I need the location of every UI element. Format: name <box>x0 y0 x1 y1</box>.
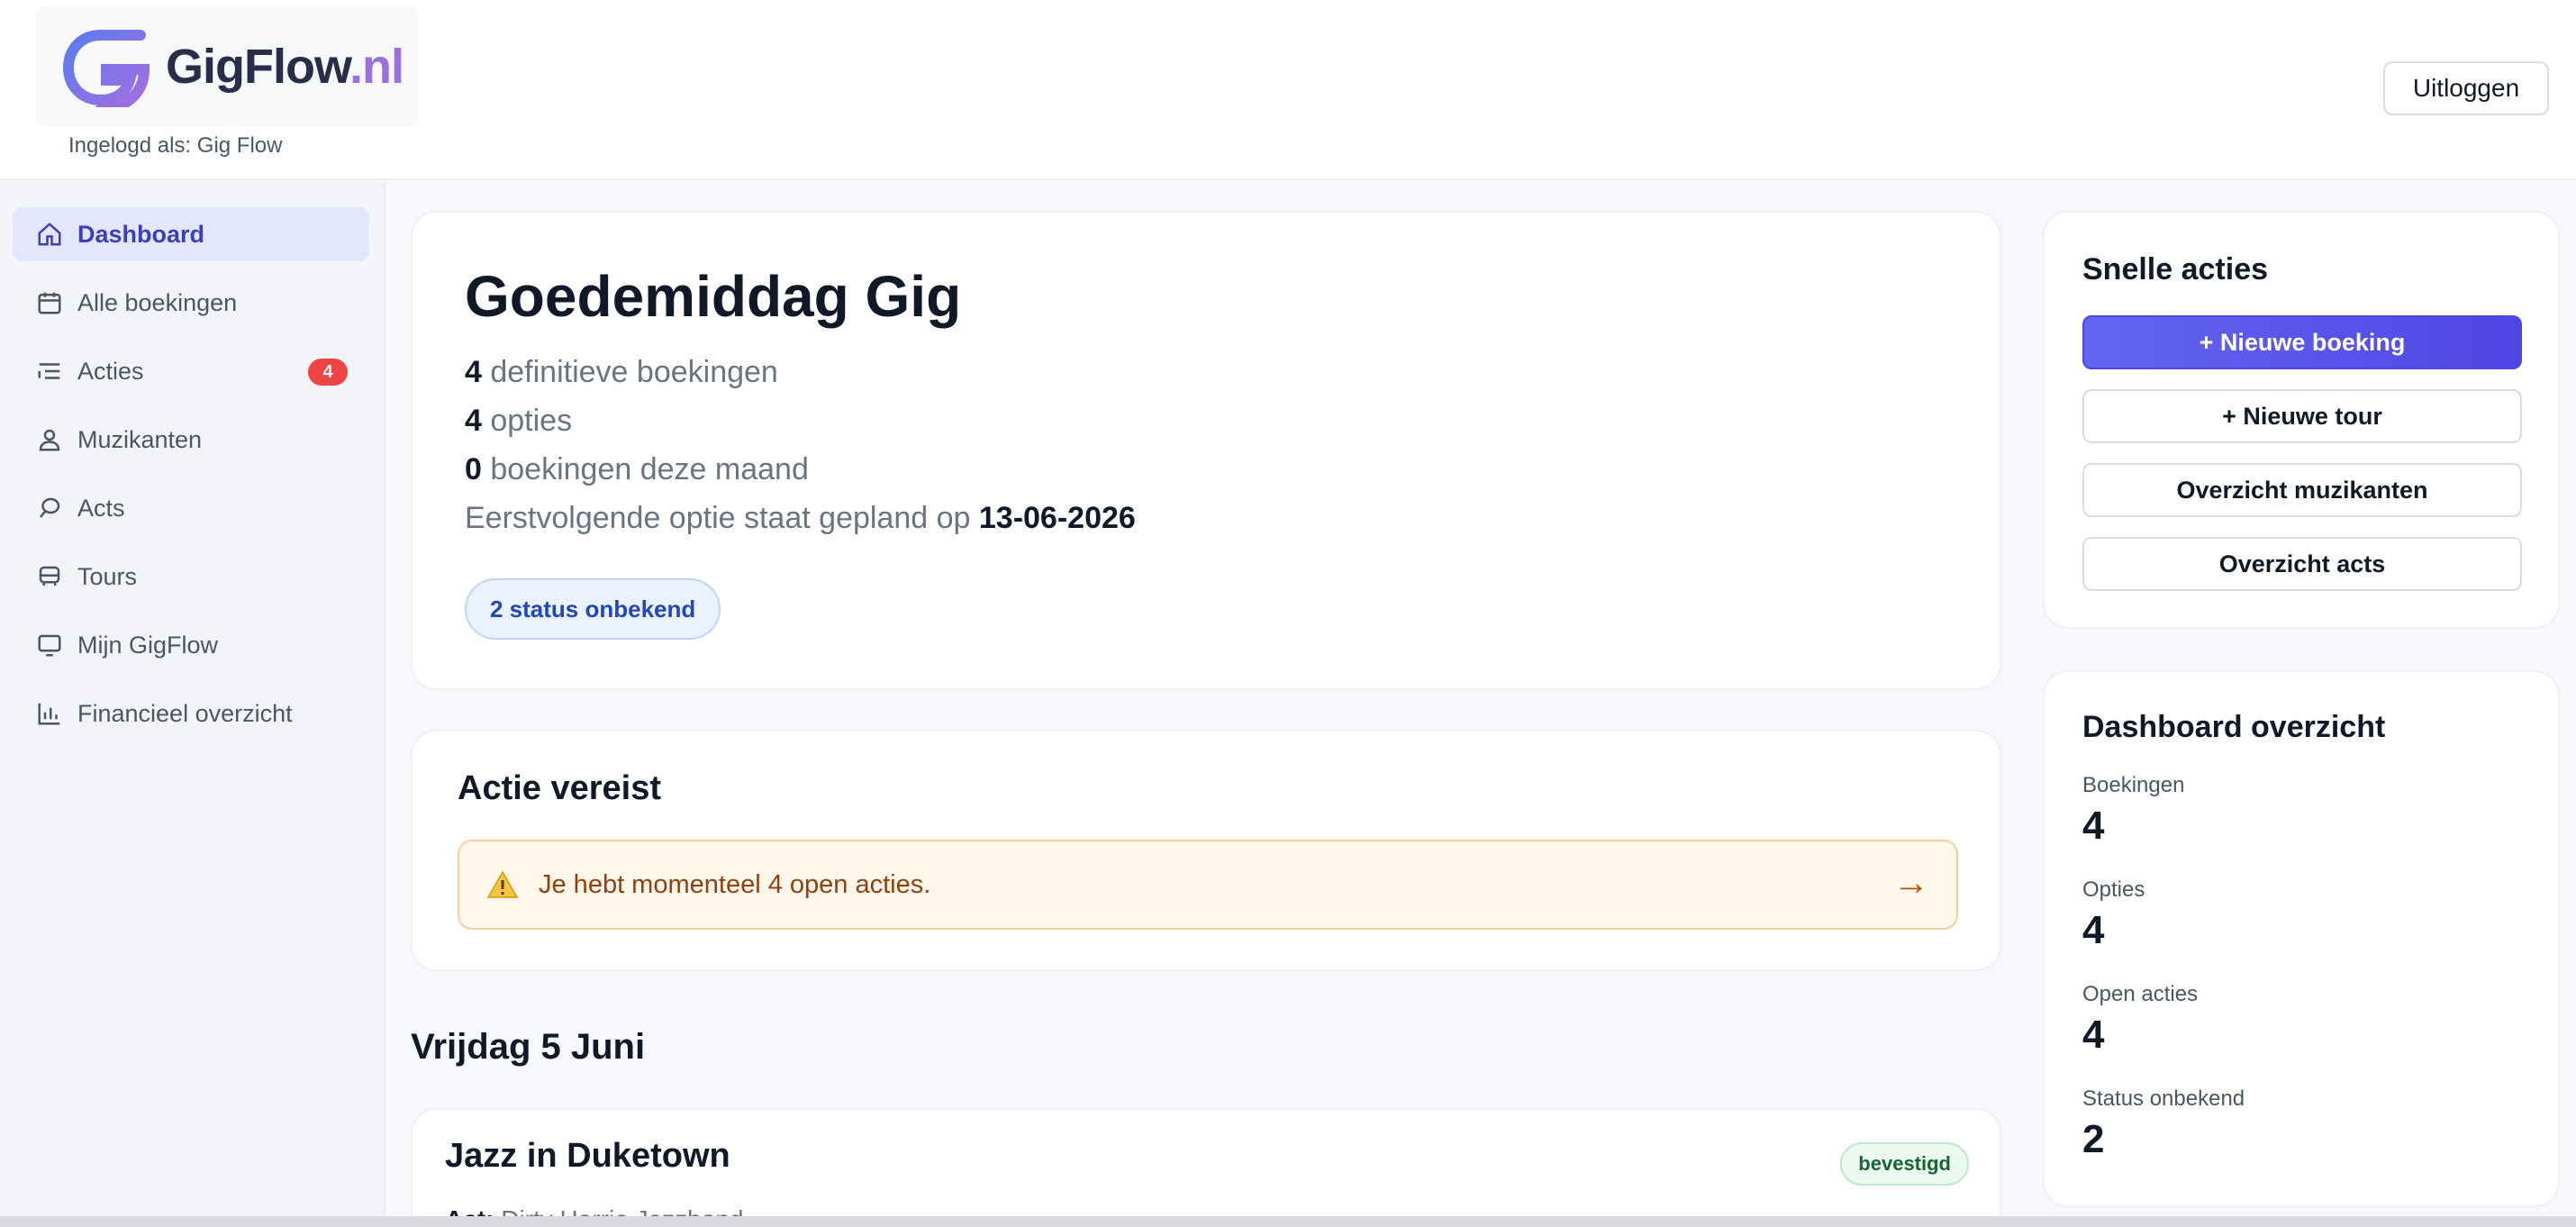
logo[interactable]: GigFlow.nl <box>36 7 418 126</box>
event-title: Jazz in Duketown <box>445 1137 730 1175</box>
acties-count-badge: 4 <box>308 359 348 386</box>
event-card[interactable]: Jazz in Duketown bevestigd Act: Dirty Ha… <box>411 1108 2001 1227</box>
sidebar-item-muzikanten[interactable]: Muzikanten <box>13 413 369 467</box>
overview-value-open-actions: 4 <box>2082 1013 2105 1057</box>
arrow-right-icon[interactable]: → <box>1893 863 1929 904</box>
overview-label-bookings: Boekingen <box>2082 773 2185 797</box>
open-actions-alert[interactable]: Je hebt momenteel 4 open acties. → <box>458 840 1958 930</box>
calendar-icon <box>38 292 61 314</box>
app-root: GigFlow.nl Ingelogd als: Gig Flow Uitlog… <box>0 0 2576 1227</box>
sidebar-item-label: Acties <box>77 357 144 385</box>
top-header: GigFlow.nl Ingelogd als: Gig Flow Uitlog… <box>0 0 2576 180</box>
sidebar: Dashboard Alle boekingen Acties 4 Muzika… <box>0 182 385 1227</box>
options-stat: 4 opties <box>465 404 573 438</box>
logged-in-label: Ingelogd als: Gig Flow <box>68 133 283 158</box>
bus-icon <box>39 566 60 586</box>
event-status-badge: bevestigd <box>1840 1142 1969 1186</box>
overview-value-status-unknown: 2 <box>2082 1117 2105 1161</box>
next-option-stat: Eerstvolgende optie staat gepland op 13-… <box>465 501 1136 535</box>
overview-title: Dashboard overzicht <box>2082 710 2386 744</box>
sidebar-item-label: Muzikanten <box>77 425 203 453</box>
greeting-title: Goedemiddag Gig <box>465 264 962 329</box>
logo-text: GigFlow.nl <box>166 40 404 94</box>
definitive-bookings-stat: 4 definitieve boekingen <box>465 355 778 389</box>
sidebar-item-label: Acts <box>77 494 125 522</box>
alert-text: Je hebt momenteel 4 open acties. <box>539 869 931 899</box>
user-icon <box>39 429 60 451</box>
home-icon <box>38 223 61 246</box>
overview-value-options: 4 <box>2082 908 2105 952</box>
quick-actions-card: Snelle acties + Nieuwe boeking + Nieuwe … <box>2043 211 2560 629</box>
sidebar-item-label: Tours <box>77 562 138 590</box>
dashboard-overview-card: Dashboard overzicht Boekingen 4 Opties 4… <box>2043 670 2560 1207</box>
new-booking-button[interactable]: + Nieuwe boeking <box>2082 315 2522 369</box>
sidebar-item-label: Dashboard <box>77 220 205 248</box>
sidebar-item-label: Financieel overzicht <box>77 699 293 727</box>
action-required-card: Actie vereist Je hebt momenteel 4 open a… <box>411 730 2001 971</box>
sidebar-item-label: Alle boekingen <box>77 288 238 316</box>
sidebar-item-tours[interactable]: Tours <box>13 550 369 604</box>
sidebar-item-alle-boekingen[interactable]: Alle boekingen <box>13 276 369 330</box>
month-bookings-stat: 0 boekingen deze maand <box>465 452 809 486</box>
sidebar-item-financieel-overzicht[interactable]: Financieel overzicht <box>13 686 369 741</box>
window-bottom-edge <box>0 1216 2576 1227</box>
greeting-card: Goedemiddag Gig 4 definitieve boekingen … <box>411 211 2001 690</box>
new-tour-button[interactable]: + Nieuwe tour <box>2082 389 2522 443</box>
overview-value-bookings: 4 <box>2082 804 2105 848</box>
action-required-title: Actie vereist <box>458 769 662 807</box>
warning-icon <box>486 870 519 898</box>
quick-actions-title: Snelle acties <box>2082 252 2269 286</box>
status-unknown-pill[interactable]: 2 status onbekend <box>465 578 721 640</box>
bar-chart-icon <box>38 703 60 725</box>
overview-label-status-unknown: Status onbekend <box>2082 1086 2245 1111</box>
musicians-overview-button[interactable]: Overzicht muzikanten <box>2082 463 2522 517</box>
gigflow-logo-icon <box>62 30 157 107</box>
logout-button[interactable]: Uitloggen <box>2383 61 2549 115</box>
day-heading: Vrijdag 5 Juni <box>411 1027 646 1067</box>
microphone-icon <box>40 497 60 518</box>
list-icon <box>38 363 60 379</box>
sidebar-item-mijn-gigflow[interactable]: Mijn GigFlow <box>13 618 369 672</box>
monitor-icon <box>38 634 61 657</box>
sidebar-item-acties[interactable]: Acties 4 <box>13 344 369 398</box>
sidebar-item-dashboard[interactable]: Dashboard <box>13 207 369 261</box>
overview-label-open-actions: Open acties <box>2082 982 2199 1006</box>
sidebar-item-label: Mijn GigFlow <box>77 631 219 659</box>
overview-label-options: Opties <box>2082 877 2145 902</box>
acts-overview-button[interactable]: Overzicht acts <box>2082 537 2522 591</box>
sidebar-item-acts[interactable]: Acts <box>13 481 369 535</box>
